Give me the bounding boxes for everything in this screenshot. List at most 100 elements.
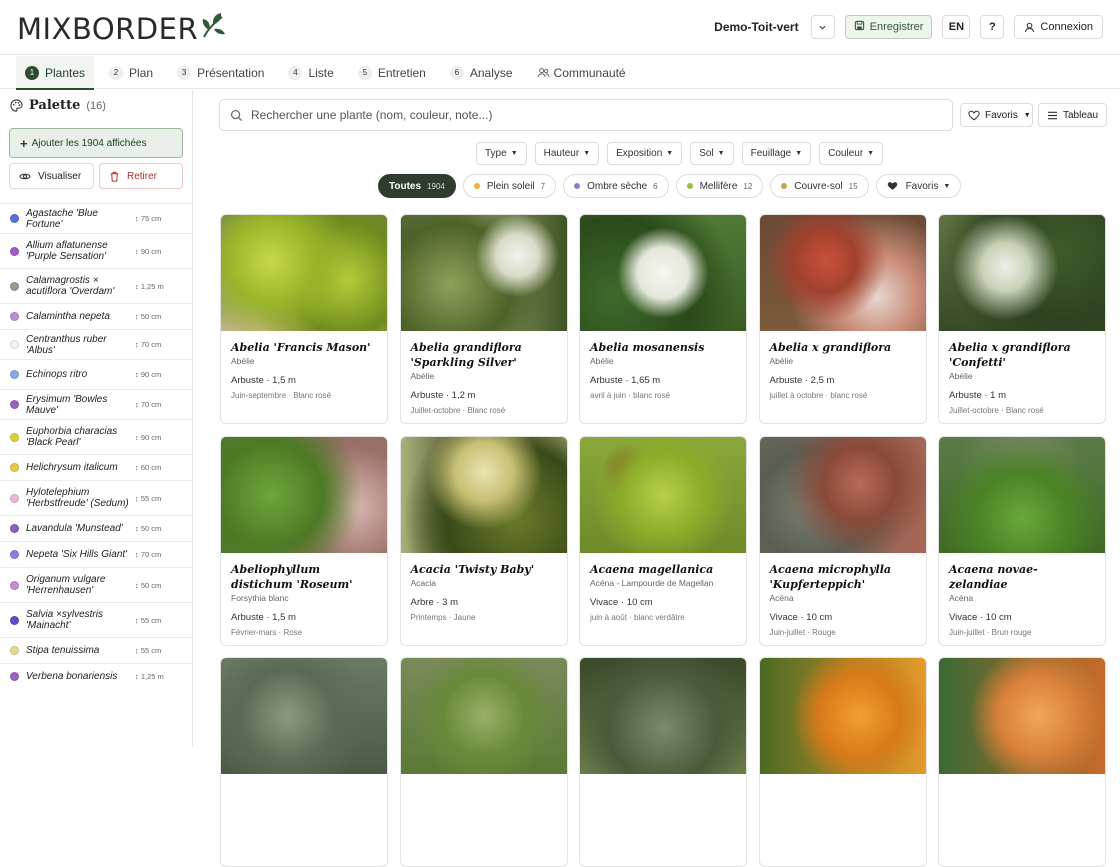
- plant-name: Calamintha nepeta: [26, 311, 110, 322]
- plant-common-name: Acéna: [949, 592, 974, 603]
- filter-label: Feuillage: [750, 148, 792, 159]
- plant-height: ↕ 90 cm: [135, 370, 162, 379]
- palette-plant-item[interactable]: Origanum vulgare 'Herrenhausen' ↕ 50 cm: [0, 567, 192, 602]
- save-icon: [854, 20, 864, 31]
- tab-number: 6: [449, 65, 464, 80]
- filter-dropdown[interactable]: Sol ▼: [690, 142, 734, 165]
- filter-dropdown[interactable]: Feuillage ▼: [741, 142, 812, 165]
- plant-card[interactable]: Abelia 'Francis Mason' Abélie Arbuste · 1,…: [220, 214, 388, 424]
- plant-height: ↕ 55 cm: [135, 646, 162, 655]
- plant-photo: [759, 215, 926, 331]
- plant-card-name: Acacia 'Twisty Baby': [410, 562, 535, 576]
- palette-plant-item[interactable]: Erysimum 'Bowles Mauve' ↕ 70 cm: [0, 389, 192, 419]
- filter-chip[interactable]: Plein soleil 7: [462, 174, 557, 198]
- plant-card[interactable]: Abelia x grandiflora 'Confetti' Abélie Arb…: [938, 214, 1106, 424]
- save-button[interactable]: Enregistrer: [844, 15, 933, 39]
- tab-communaute[interactable]: Communauté: [528, 56, 635, 89]
- chip-count: 12: [743, 181, 753, 191]
- plant-photo: [221, 658, 387, 774]
- plant-height: ↕ 50 cm: [135, 312, 162, 321]
- mixborder-logo[interactable]: MIXBORDER: [17, 12, 226, 46]
- tab-label: Entretien: [377, 65, 426, 80]
- palette-plant-item[interactable]: Agastache 'Blue Fortune' ↕ 75 cm: [0, 203, 192, 233]
- tab-number: 3: [177, 65, 192, 80]
- palette-plant-item[interactable]: Helichrysum italicum ↕ 60 cm: [0, 454, 192, 480]
- plant-type-height: Arbuste · 2,5 m: [769, 375, 835, 386]
- plant-card[interactable]: [399, 657, 568, 867]
- palette-plant-item[interactable]: Allium aflatunense 'Purple Sensation' ↕ 9…: [0, 233, 192, 268]
- palette-plant-item[interactable]: Verbena bonariensis ↕ 1,25 m: [0, 663, 192, 689]
- filter-chip[interactable]: Couvre-sol 15: [770, 174, 869, 198]
- visualize-button[interactable]: Visualiser: [9, 163, 94, 189]
- favorites-dropdown[interactable]: Favoris ▼: [960, 103, 1033, 127]
- remove-button[interactable]: Retirer: [99, 163, 183, 189]
- plant-card[interactable]: Acaena novae-zelandiae Acéna Vivace · 10 c…: [938, 435, 1106, 646]
- search-bar[interactable]: [219, 99, 953, 131]
- login-button[interactable]: Connexion: [1014, 15, 1103, 39]
- filter-dropdown[interactable]: Hauteur ▼: [534, 142, 600, 165]
- chip-color-dot: [574, 183, 581, 189]
- plant-height: ↕ 55 cm: [135, 615, 162, 625]
- palette-plant-item[interactable]: Stipa tenuissima ↕ 55 cm: [0, 637, 192, 663]
- filter-chip[interactable]: Ombre sèche 6: [563, 174, 669, 198]
- palette-plant-item[interactable]: Centranthus ruber 'Albus' ↕ 70 cm: [0, 329, 192, 359]
- plant-card[interactable]: [579, 657, 747, 867]
- plant-common-name: Abélie: [949, 371, 973, 381]
- palette-plant-item[interactable]: Nepeta 'Six Hills Giant' ↕ 70 cm: [0, 541, 192, 567]
- plant-photo: [400, 215, 567, 331]
- filter-dropdown[interactable]: Couleur ▼: [819, 142, 884, 165]
- filter-dropdown[interactable]: Exposition ▼: [607, 142, 683, 165]
- caret-down-icon: ▼: [867, 150, 875, 157]
- plant-type-height: Arbuste · 1,2 m: [410, 390, 476, 401]
- chip-color-dot: [686, 183, 693, 189]
- plant-photo: [939, 215, 1105, 331]
- tab-entretien[interactable]: 5 Entretien: [349, 56, 435, 89]
- heart-icon: [887, 182, 897, 190]
- tab-analyse[interactable]: 6 Analyse: [441, 56, 522, 89]
- palette-plant-item[interactable]: Echinops ritro ↕ 90 cm: [0, 359, 192, 389]
- tab-plantes[interactable]: 1 Plantes: [16, 56, 95, 90]
- chip-color-dot: [473, 183, 480, 189]
- plus-icon: +: [20, 135, 28, 151]
- palette-plant-item[interactable]: Salvia ×sylvestris 'Mainacht' ↕ 55 cm: [0, 602, 192, 637]
- table-view-button[interactable]: Tableau: [1038, 103, 1107, 127]
- palette-plant-item[interactable]: Calamagrostis × acutiflora 'Overdam' ↕ 1,…: [0, 268, 192, 303]
- plant-flowering: Juillet-octobre · Blanc rosé: [949, 406, 1044, 415]
- login-label: Connexion: [1040, 21, 1093, 33]
- plant-common-name: Forsythia blanc: [231, 592, 289, 603]
- plant-card-name: Abelia mosanensis: [590, 341, 705, 354]
- palette-plant-item[interactable]: Calamintha nepeta ↕ 50 cm: [0, 303, 192, 329]
- chip-label: Mellifère: [699, 180, 738, 192]
- tab-plan[interactable]: 2 Plan: [100, 56, 162, 89]
- filter-chip[interactable]: Toutes 1904: [378, 174, 456, 198]
- plant-card[interactable]: Abelia grandiflora 'Sparkling Silver' Abé…: [399, 214, 568, 424]
- add-all-displayed-button[interactable]: + Ajouter les 1904 affichées: [9, 128, 183, 158]
- plant-card[interactable]: Acacia 'Twisty Baby' Acacia Arbre · 3 m Pri…: [399, 435, 568, 646]
- plant-card[interactable]: [220, 657, 388, 867]
- palette-plant-item[interactable]: Euphorbia characias 'Black Pearl' ↕ 90 cm: [0, 419, 192, 454]
- plant-card[interactable]: Abelia x grandiflora Abélie Arbuste · 2,5 …: [758, 214, 927, 424]
- plant-card[interactable]: Acaena microphylla 'Kupferteppich' Acéna V…: [758, 435, 927, 646]
- language-button[interactable]: EN: [942, 15, 971, 39]
- palette-plant-list: Agastache 'Blue Fortune' ↕ 75 cm Allium af…: [0, 203, 192, 689]
- tab-presentation[interactable]: 3 Présentation: [168, 56, 273, 89]
- palette-plant-item[interactable]: Hylotelephium 'Herbstfreude' (Sedum) ↕ 55…: [0, 480, 192, 515]
- filter-chip[interactable]: Mellifère 12: [675, 174, 764, 198]
- help-button[interactable]: ?: [980, 15, 1005, 39]
- table-label: Tableau: [1063, 109, 1099, 121]
- caret-down-icon: ▼: [666, 150, 674, 157]
- plant-card[interactable]: Abelia mosanensis Abélie Arbuste · 1,65 m a…: [579, 214, 747, 424]
- palette-plant-item[interactable]: Lavandula 'Munstead' ↕ 50 cm: [0, 515, 192, 541]
- plant-card[interactable]: [758, 657, 927, 867]
- plant-type-height: Arbuste · 1,5 m: [231, 375, 296, 386]
- plant-card[interactable]: Acaena magellanica Acéna - Lampourde de M…: [579, 435, 747, 646]
- plant-card[interactable]: Abeliophyllum distichum 'Roseum' Forsythi…: [220, 435, 388, 646]
- plant-card[interactable]: [938, 657, 1106, 867]
- search-input[interactable]: [251, 108, 901, 122]
- project-dropdown-button[interactable]: [810, 15, 835, 39]
- tab-liste[interactable]: 4 Liste: [279, 56, 342, 89]
- filter-dropdown[interactable]: Type ▼: [476, 142, 527, 165]
- eye-icon: [19, 173, 31, 179]
- filter-chip[interactable]: Favoris ▼: [875, 174, 962, 198]
- trash-icon: [110, 171, 119, 182]
